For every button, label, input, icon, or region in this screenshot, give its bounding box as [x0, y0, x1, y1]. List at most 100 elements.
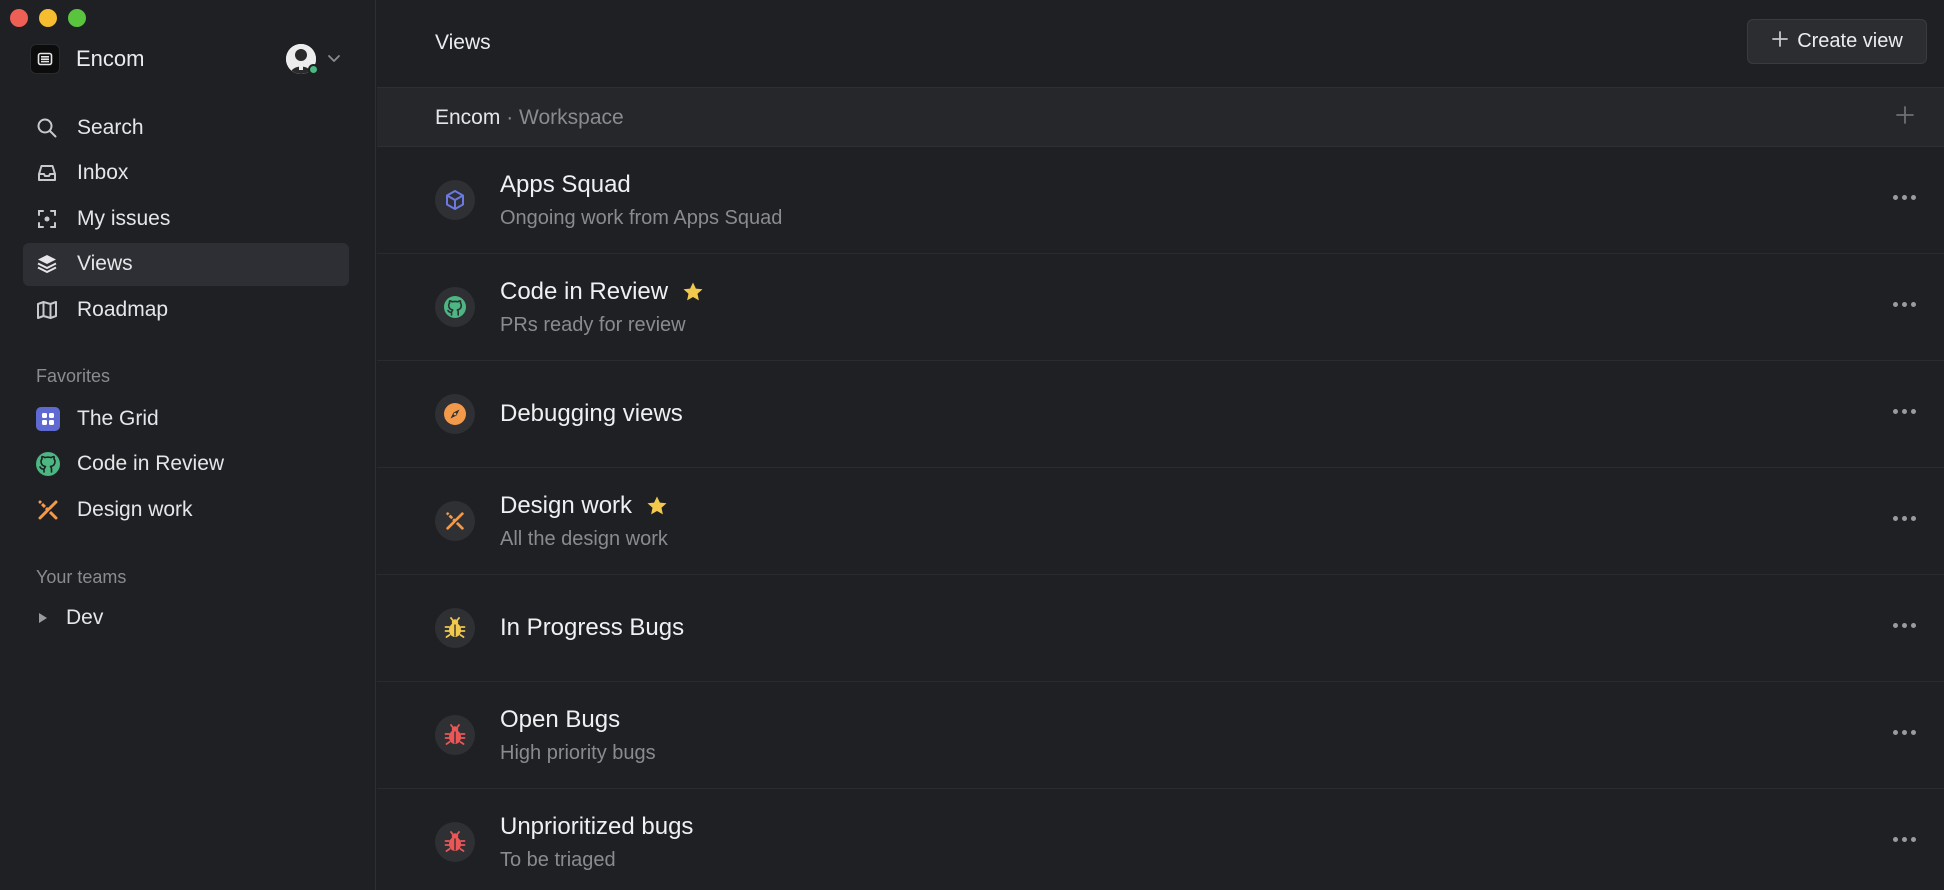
view-title: Debugging views — [500, 400, 683, 428]
view-subtitle: Ongoing work from Apps Squad — [500, 206, 783, 229]
workspace-switcher[interactable]: Encom — [30, 40, 346, 78]
create-view-button[interactable]: Create view — [1747, 19, 1927, 64]
view-row-in-progress-bugs[interactable]: In Progress Bugs — [377, 575, 1944, 682]
favorite-label: Code in Review — [77, 452, 225, 476]
view-row-text: Design work All the design work — [500, 468, 668, 574]
view-title: Code in Review — [500, 278, 704, 306]
design-tools-icon — [35, 497, 61, 523]
view-subtitle: To be triaged — [500, 848, 616, 871]
inbox-icon — [35, 161, 59, 185]
favorite-code-in-review[interactable]: Code in Review — [35, 442, 224, 488]
view-title: In Progress Bugs — [500, 614, 684, 642]
nav-item-label: Views — [77, 252, 133, 275]
view-row-open-bugs[interactable]: Open Bugs High priority bugs — [377, 682, 1944, 789]
window-close-button[interactable] — [10, 9, 28, 27]
map-icon — [35, 298, 59, 322]
view-row-design-work[interactable]: Design work All the design work — [377, 468, 1944, 575]
more-options-icon[interactable] — [1893, 516, 1916, 521]
group-header: Encom · Workspace — [377, 88, 1944, 147]
nav-item-views[interactable]: Views — [23, 242, 349, 286]
main-nav: Search Inbox My issues Views Roadmap — [23, 106, 349, 334]
view-row-text: Open Bugs High priority bugs — [500, 682, 656, 788]
compass-icon — [435, 394, 475, 434]
view-row-text: Unprioritized bugs To be triaged — [500, 789, 693, 890]
window-controls — [10, 9, 86, 27]
create-view-label: Create view — [1797, 30, 1903, 52]
bug-icon — [435, 715, 475, 755]
view-title-text: Code in Review — [500, 277, 669, 305]
group-name: Encom — [435, 106, 501, 129]
view-title: Design work — [500, 492, 668, 520]
cube-icon — [435, 180, 475, 220]
nav-item-label: Inbox — [77, 161, 129, 184]
search-icon — [35, 116, 59, 140]
nav-item-label: My issues — [77, 206, 171, 230]
view-row-text: Debugging views — [500, 361, 683, 467]
view-title-text: Design work — [500, 491, 633, 519]
disclosure-triangle-icon[interactable] — [38, 606, 48, 630]
window-minimize-button[interactable] — [39, 9, 57, 27]
bug-icon — [435, 822, 475, 862]
view-row-text: Code in Review PRs ready for review — [500, 254, 704, 360]
view-row-apps-squad[interactable]: Apps Squad Ongoing work from Apps Squad — [377, 147, 1944, 254]
nav-item-label: Search — [77, 115, 144, 139]
online-status-indicator — [308, 64, 319, 75]
design-tools-icon — [435, 501, 475, 541]
workspace-logo-icon — [30, 44, 60, 74]
view-title-text: Unprioritized bugs — [500, 812, 694, 840]
grid-icon — [35, 406, 61, 432]
more-options-icon[interactable] — [1893, 623, 1916, 628]
workspace-name: Encom — [76, 46, 145, 71]
favorite-label: The Grid — [77, 406, 159, 430]
more-options-icon[interactable] — [1893, 837, 1916, 842]
favorite-the-grid[interactable]: The Grid — [35, 396, 224, 442]
views-list: Apps Squad Ongoing work from Apps Squad … — [377, 147, 1944, 890]
nav-item-my-issues[interactable]: My issues — [23, 197, 349, 240]
page-title: Views — [435, 31, 491, 54]
plus-icon — [1771, 30, 1789, 54]
more-options-icon[interactable] — [1893, 409, 1916, 414]
view-row-code-in-review[interactable]: Code in Review PRs ready for review — [377, 254, 1944, 361]
sidebar: Encom Search Inbox My issues Views Roadm… — [0, 0, 376, 890]
team-label: Dev — [66, 606, 104, 629]
nav-item-roadmap[interactable]: Roadmap — [23, 288, 349, 331]
github-icon — [35, 451, 61, 477]
view-title: Unprioritized bugs — [500, 813, 693, 841]
view-row-unprioritized-bugs[interactable]: Unprioritized bugs To be triaged — [377, 789, 1944, 890]
star-icon[interactable] — [682, 281, 704, 303]
more-options-icon[interactable] — [1893, 195, 1916, 200]
group-type: Workspace — [519, 106, 624, 129]
view-title-text: In Progress Bugs — [500, 614, 685, 641]
my-issues-icon — [35, 207, 59, 231]
add-view-button[interactable] — [1894, 104, 1916, 131]
layers-icon — [35, 252, 59, 276]
view-title-text: Apps Squad — [500, 170, 631, 198]
nav-item-inbox[interactable]: Inbox — [23, 152, 349, 195]
view-title-text: Open Bugs — [500, 705, 621, 733]
view-row-debugging-views[interactable]: Debugging views — [377, 361, 1944, 468]
more-options-icon[interactable] — [1893, 730, 1916, 735]
chevron-down-icon[interactable] — [326, 50, 342, 71]
team-item-dev[interactable]: Dev — [38, 606, 103, 630]
view-title: Apps Squad — [500, 171, 782, 199]
star-icon[interactable] — [646, 495, 668, 517]
github-icon — [435, 287, 475, 327]
window-zoom-button[interactable] — [68, 9, 86, 27]
group-separator: · — [500, 106, 520, 129]
view-row-text: Apps Squad Ongoing work from Apps Squad — [500, 147, 782, 253]
view-subtitle: All the design work — [500, 527, 668, 550]
nav-item-label: Roadmap — [77, 297, 169, 321]
view-row-text: In Progress Bugs — [500, 575, 684, 681]
favorite-design-work[interactable]: Design work — [35, 487, 224, 533]
favorites-heading: Favorites — [36, 366, 111, 386]
view-title-text: Debugging views — [500, 400, 683, 427]
favorites-list: The Grid Code in Review Design work — [35, 396, 224, 533]
bug-icon — [435, 608, 475, 648]
more-options-icon[interactable] — [1893, 302, 1916, 307]
view-title: Open Bugs — [500, 706, 656, 734]
group-title: Encom · Workspace — [435, 106, 624, 130]
teams-heading: Your teams — [36, 567, 127, 587]
nav-item-search[interactable]: Search — [23, 106, 349, 149]
main-content: Views Create view Encom · Workspace Apps… — [377, 0, 1944, 890]
page-header: Views Create view — [377, 0, 1944, 88]
